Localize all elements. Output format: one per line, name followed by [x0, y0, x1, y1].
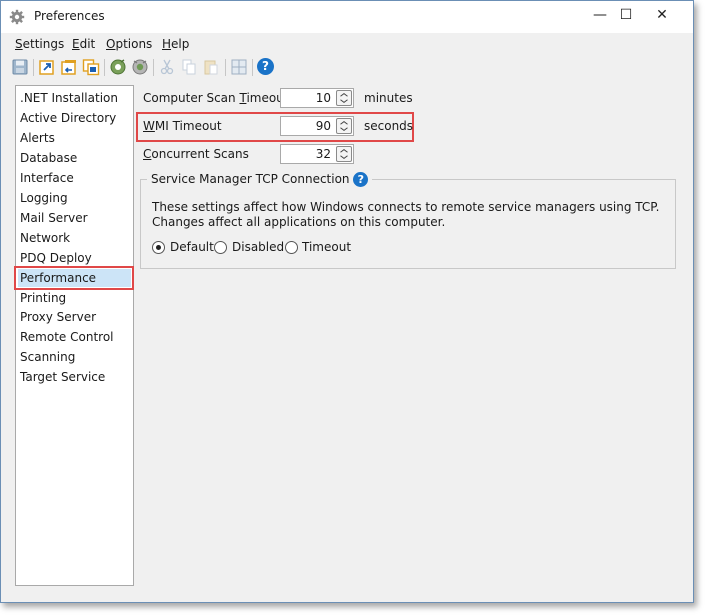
computer-scan-timeout-label-pre: Computer Scan	[143, 91, 240, 105]
computer-scan-timeout-value: 10	[315, 91, 331, 105]
tcp-description: These settings affect how Windows connec…	[152, 200, 660, 229]
window-title: Preferences	[34, 9, 105, 23]
concurrent-scans-value: 32	[315, 147, 331, 161]
radio-timeout[interactable]	[285, 241, 298, 254]
copy-settings-icon[interactable]	[82, 58, 100, 76]
menu-edit-mnemonic: E	[72, 37, 80, 51]
wmi-timeout-label-mnemonic: W	[143, 119, 155, 133]
sidebar-item-mail-server[interactable]: Mail Server	[20, 209, 88, 227]
menu-edit-post: dit	[79, 37, 96, 51]
copy-icon[interactable]	[180, 58, 198, 76]
tcp-connection-group-title: Service Manager TCP Connection ?	[147, 172, 373, 187]
toolbar-separator	[33, 59, 34, 76]
sidebar-item-database[interactable]: Database	[20, 149, 77, 167]
export-icon[interactable]	[38, 58, 56, 76]
sidebar-item-interface[interactable]: Interface	[20, 169, 74, 187]
menu-help[interactable]: Help	[162, 37, 189, 51]
menu-settings[interactable]: Settings	[15, 37, 64, 51]
performance-highlight-box	[14, 266, 134, 290]
tcp-help-icon[interactable]: ?	[353, 172, 369, 187]
title-bar[interactable]: Preferences — ☐ ✕	[1, 1, 693, 33]
menu-settings-post: ettings	[22, 37, 65, 51]
wmi-timeout-label-post: MI Timeout	[154, 119, 222, 133]
scan-icon[interactable]	[109, 58, 127, 76]
menu-settings-mnemonic: S	[15, 37, 23, 51]
tcp-connection-title-text: Service Manager TCP Connection	[151, 172, 350, 186]
spin-updown-icon[interactable]	[336, 146, 352, 162]
radio-disabled-label[interactable]: Disabled	[232, 240, 284, 254]
sidebar-item-alerts[interactable]: Alerts	[20, 129, 55, 147]
menu-bar: Settings Edit Options Help	[1, 33, 693, 55]
radio-disabled[interactable]	[214, 241, 227, 254]
sidebar-item-network[interactable]: Network	[20, 229, 70, 247]
toolbar-separator	[153, 59, 154, 76]
sidebar-item-proxy-server[interactable]: Proxy Server	[20, 308, 96, 326]
wmi-timeout-unit: seconds	[364, 119, 414, 133]
wmi-timeout-label: WMI Timeout	[143, 119, 222, 133]
sidebar-item-net-installation[interactable]: .NET Installation	[20, 89, 118, 107]
menu-help-mnemonic: H	[162, 37, 172, 51]
menu-options-post: ptions	[115, 37, 153, 51]
save-icon[interactable]	[11, 58, 29, 76]
help-icon[interactable]: ?	[257, 58, 275, 76]
wmi-timeout-value: 90	[315, 119, 331, 133]
toolbar-separator	[252, 59, 253, 76]
scan-all-icon[interactable]	[131, 58, 149, 76]
sidebar-item-scanning[interactable]: Scanning	[20, 348, 75, 366]
concurrent-scans-label-post: oncurrent Scans	[151, 147, 249, 161]
computer-scan-timeout-stepper[interactable]: 10	[280, 88, 354, 108]
cut-icon[interactable]	[158, 58, 176, 76]
sidebar-item-target-service[interactable]: Target Service	[20, 368, 105, 386]
radio-timeout-label[interactable]: Timeout	[302, 240, 351, 254]
concurrent-scans-stepper[interactable]: 32	[280, 144, 354, 164]
radio-default-label[interactable]: Default	[170, 240, 214, 254]
maximize-button[interactable]: ☐	[609, 1, 643, 31]
sidebar-item-pdq-deploy[interactable]: PDQ Deploy	[20, 249, 92, 267]
menu-edit[interactable]: Edit	[72, 37, 95, 51]
toolbar-separator	[225, 59, 226, 76]
spin-updown-icon[interactable]	[336, 90, 352, 106]
computer-scan-timeout-unit: minutes	[364, 91, 413, 105]
import-icon[interactable]	[60, 58, 78, 76]
toolbar: ?	[1, 55, 693, 80]
sidebar-item-remote-control[interactable]: Remote Control	[20, 328, 114, 346]
close-button[interactable]: ✕	[645, 1, 679, 31]
help-glyph: ?	[257, 58, 274, 75]
sidebar-item-active-directory[interactable]: Active Directory	[20, 109, 116, 127]
spin-updown-icon[interactable]	[336, 118, 352, 134]
category-list[interactable]: .NET Installation Active Directory Alert…	[15, 85, 134, 586]
wmi-timeout-stepper[interactable]: 90	[280, 116, 354, 136]
menu-help-post: elp	[171, 37, 190, 51]
grid-icon[interactable]	[230, 58, 248, 76]
gear-icon	[9, 9, 25, 25]
paste-icon[interactable]	[202, 58, 220, 76]
concurrent-scans-label: Concurrent Scans	[143, 147, 249, 161]
sidebar-item-logging[interactable]: Logging	[20, 189, 68, 207]
menu-options[interactable]: Options	[106, 37, 152, 51]
radio-default[interactable]	[152, 241, 165, 254]
sidebar-item-printing[interactable]: Printing	[20, 289, 66, 307]
toolbar-separator	[104, 59, 105, 76]
computer-scan-timeout-label: Computer Scan Timeout	[143, 91, 289, 105]
